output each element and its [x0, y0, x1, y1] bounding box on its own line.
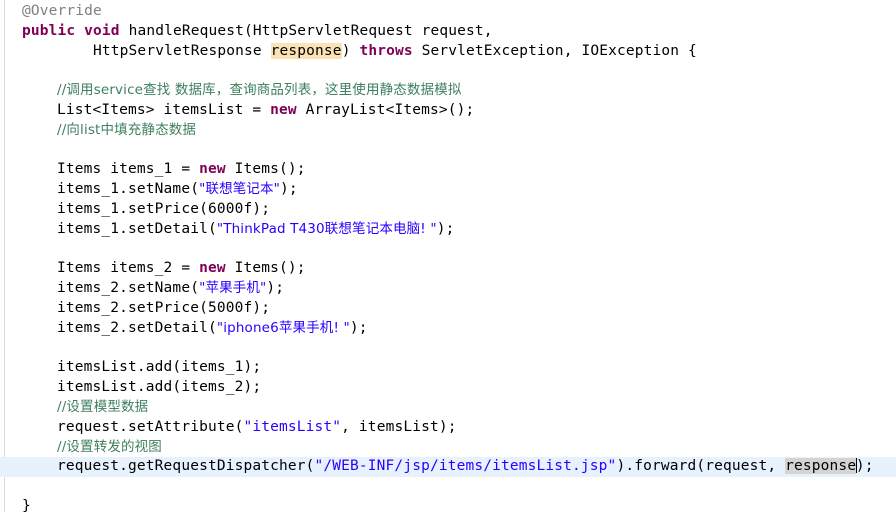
occurrence-highlight-response-declaration[interactable]: response — [270, 42, 342, 59]
list-declaration-suffix: ArrayList<Items>(); — [296, 101, 475, 118]
comment-set-forward-view: //设置转发的视图 — [57, 438, 162, 455]
keyword-new-list: new — [270, 101, 297, 118]
code-line-blank-1[interactable] — [0, 61, 896, 81]
keyword-new-items2: new — [199, 260, 226, 277]
code-line-set-attribute[interactable]: request.setAttribute("itemsList", itemsL… — [0, 418, 896, 438]
code-line-blank-2[interactable] — [0, 141, 896, 161]
method-declaration-text: handleRequest(HttpServletRequest request… — [119, 22, 493, 39]
code-line-list-add-2[interactable]: itemsList.add(items_2); — [0, 378, 896, 398]
code-line-items2-setprice[interactable]: items_2.setPrice(5000f); — [0, 299, 896, 319]
code-line-method-signature-2[interactable]: HttpServletResponse response) throws Ser… — [0, 42, 896, 62]
keyword-void: void — [84, 22, 120, 39]
code-line-override[interactable]: @Override — [0, 2, 896, 22]
code-line-items1-setdetail[interactable]: items_1.setDetail("ThinkPad T430联想笔记本电脑!… — [0, 220, 896, 240]
list-add-items1-text: itemsList.add(items_1); — [57, 359, 262, 376]
items2-setprice-text: items_2.setPrice(5000f); — [57, 299, 271, 316]
occurrence-highlight-response-usage[interactable]: response — [785, 458, 857, 475]
string-items2-detail: "iphone6苹果手机! " — [216, 319, 350, 336]
code-line-items2-declaration[interactable]: Items items_2 = new Items(); — [0, 259, 896, 279]
keyword-throws: throws — [359, 42, 413, 59]
annotation-override: @Override — [22, 3, 102, 19]
string-items1-name: "联想笔记本" — [199, 181, 281, 198]
list-add-items2-text: itemsList.add(items_2); — [57, 379, 262, 396]
code-line-comment-model[interactable]: //设置模型数据 — [0, 398, 896, 418]
code-line-blank-3[interactable] — [0, 240, 896, 260]
code-line-method-signature-1[interactable]: public void handleRequest(HttpServletReq… — [0, 22, 896, 42]
code-line-items1-setprice[interactable]: items_1.setPrice(6000f); — [0, 200, 896, 220]
code-content[interactable]: @Override public void handleRequest(Http… — [0, 2, 896, 517]
code-line-items2-setname[interactable]: items_2.setName("苹果手机"); — [0, 279, 896, 299]
comment-fill-list: //向list中填充静态数据 — [57, 121, 197, 138]
code-line-list-declaration[interactable]: List<Items> itemsList = new ArrayList<It… — [0, 101, 896, 121]
list-declaration-prefix: List<Items> itemsList = — [57, 101, 271, 118]
code-line-comment-fill-list[interactable]: //向list中填充静态数据 — [0, 121, 896, 141]
string-items1-detail: "ThinkPad T430联想笔记本电脑! " — [216, 220, 437, 237]
code-line-comment-service[interactable]: //调用service查找 数据库，查询商品列表，这里使用静态数据模拟 — [0, 81, 896, 101]
code-line-blank-4[interactable] — [0, 339, 896, 359]
keyword-public: public — [22, 22, 76, 39]
code-line-closing-brace[interactable]: } — [0, 497, 896, 517]
code-line-items1-setname[interactable]: items_1.setName("联想笔记本"); — [0, 180, 896, 200]
keyword-new-items1: new — [199, 161, 226, 178]
string-jsp-path: "/WEB-INF/jsp/items/itemsList.jsp" — [314, 458, 617, 475]
comment-call-service: //调用service查找 数据库，查询商品列表，这里使用静态数据模拟 — [57, 82, 462, 99]
code-line-list-add-1[interactable]: itemsList.add(items_1); — [0, 358, 896, 378]
code-line-blank-5[interactable] — [0, 477, 896, 497]
code-line-request-dispatcher-current[interactable]: request.getRequestDispatcher("/WEB-INF/j… — [0, 457, 896, 478]
string-itemslist-attribute: "itemsList" — [243, 418, 342, 435]
throws-exception-list: ServletException, IOException { — [412, 42, 697, 59]
code-line-items2-setdetail[interactable]: items_2.setDetail("iphone6苹果手机! "); — [0, 319, 896, 339]
param-type-response: HttpServletResponse — [22, 42, 271, 59]
comment-set-model-data: //设置模型数据 — [57, 398, 149, 415]
code-line-items1-declaration[interactable]: Items items_1 = new Items(); — [0, 160, 896, 180]
string-items2-name: "苹果手机" — [199, 280, 267, 297]
items1-setprice-text: items_1.setPrice(6000f); — [57, 200, 271, 217]
java-code-editor[interactable]: @Override public void handleRequest(Http… — [0, 0, 896, 514]
code-line-comment-view[interactable]: //设置转发的视图 — [0, 438, 896, 458]
